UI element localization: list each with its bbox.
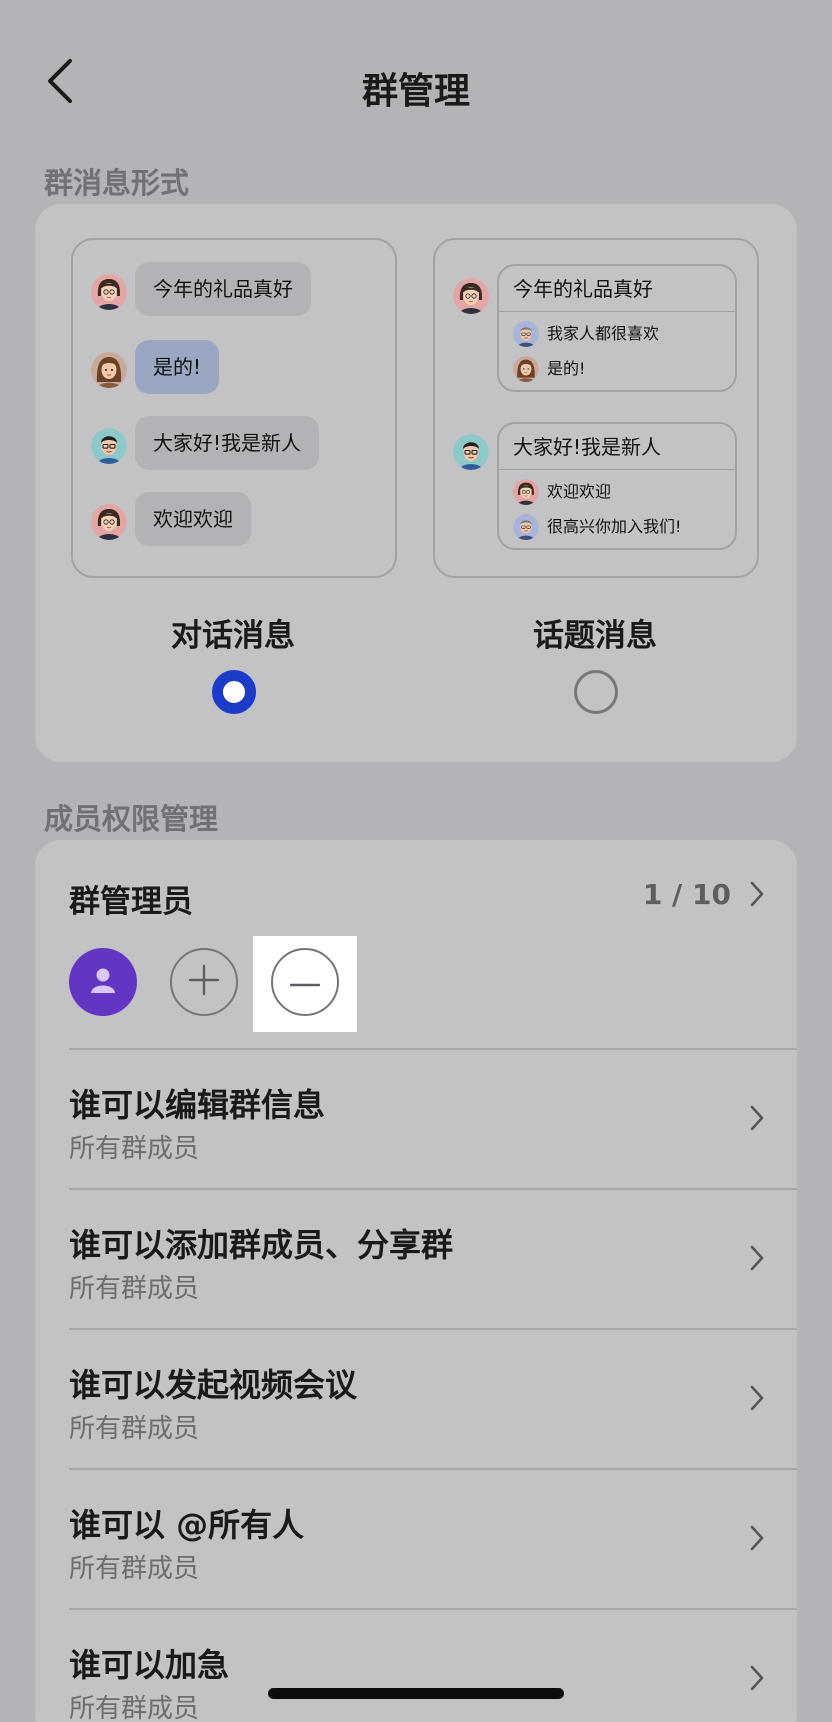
avatar-woman-icon — [453, 278, 489, 314]
admin-title: 群管理员 — [69, 884, 193, 920]
header: 群管理 — [0, 0, 832, 165]
perm-title: 谁可以发起视频会议 — [69, 1366, 358, 1404]
avatar-woman-icon — [91, 274, 127, 310]
avatar-woman-icon — [91, 352, 127, 388]
topic-card: 今年的礼品真好 我家人都很喜欢 是的! — [497, 264, 737, 392]
topic-format-label[interactable]: 话题消息 — [435, 610, 755, 655]
chat-bubble-highlighted: 是的! — [135, 340, 220, 394]
avatar-woman-icon — [513, 356, 539, 382]
topic-reply: 很高兴你加入我们! — [499, 509, 735, 544]
person-icon — [88, 965, 118, 999]
perm-row-urgent[interactable]: 谁可以加急 所有群成员 — [35, 1608, 797, 1722]
divider — [69, 1188, 797, 1190]
chevron-right-icon — [749, 1384, 765, 1416]
divider — [69, 1048, 797, 1050]
remove-admin-highlight — [253, 936, 357, 1032]
topic-format-preview[interactable]: 今年的礼品真好 我家人都很喜欢 是的! 大家好!我是新人 欢迎欢迎 很高兴你加入… — [433, 238, 759, 578]
topic-title: 今年的礼品真好 — [499, 266, 735, 312]
perm-value: 所有群成员 — [69, 1694, 200, 1722]
chat-bubble: 大家好!我是新人 — [135, 416, 320, 470]
divider — [69, 1328, 797, 1330]
format-section-label: 群消息形式 — [44, 166, 190, 200]
topic-format-radio[interactable] — [574, 670, 618, 714]
home-indicator — [268, 1688, 564, 1699]
minus-icon — [288, 973, 322, 992]
avatar-man-icon — [513, 321, 539, 347]
chat-format-preview[interactable]: 今年的礼品真好 是的! 大家好!我是新人 欢迎欢迎 — [71, 238, 397, 578]
avatar-man-icon — [513, 514, 539, 540]
admin-avatar[interactable] — [69, 948, 137, 1016]
permission-card: 群管理员 1 / 10 谁可以编辑群信息 所有群成员 谁可以添加群成员、分享群 … — [35, 840, 797, 1722]
perm-value: 所有群成员 — [69, 1134, 200, 1164]
avatar-woman-icon — [513, 479, 539, 505]
chevron-right-icon — [749, 1664, 765, 1696]
perm-row-video-meeting[interactable]: 谁可以发起视频会议 所有群成员 — [35, 1328, 797, 1468]
divider — [69, 1608, 797, 1610]
perm-value: 所有群成员 — [69, 1554, 200, 1584]
chevron-right-icon — [749, 1104, 765, 1136]
perm-row-edit-info[interactable]: 谁可以编辑群信息 所有群成员 — [35, 1048, 797, 1188]
avatar-man-icon — [91, 428, 127, 464]
permission-section-label: 成员权限管理 — [44, 802, 219, 836]
topic-card: 大家好!我是新人 欢迎欢迎 很高兴你加入我们! — [497, 422, 737, 550]
admin-count: 1 / 10 — [642, 878, 731, 911]
message-format-card: 今年的礼品真好 是的! 大家好!我是新人 欢迎欢迎 今年的礼品真好 我家人都很喜… — [35, 204, 797, 762]
topic-reply: 欢迎欢迎 — [499, 474, 735, 509]
chevron-right-icon — [749, 1524, 765, 1556]
page-title: 群管理 — [361, 71, 470, 112]
perm-title: 谁可以添加群成员、分享群 — [69, 1226, 454, 1264]
perm-row-add-members[interactable]: 谁可以添加群成员、分享群 所有群成员 — [35, 1188, 797, 1328]
topic-reply: 我家人都很喜欢 — [499, 316, 735, 351]
avatar-woman-icon — [91, 504, 127, 540]
perm-title: 谁可以 @所有人 — [69, 1506, 305, 1544]
chat-format-radio[interactable] — [212, 670, 256, 714]
topic-reply: 是的! — [499, 351, 735, 386]
chevron-right-icon — [749, 880, 765, 912]
add-admin-button[interactable] — [170, 948, 238, 1016]
chat-bubble: 今年的礼品真好 — [135, 262, 311, 316]
perm-title: 谁可以编辑群信息 — [69, 1086, 326, 1124]
remove-admin-button[interactable] — [271, 948, 339, 1016]
chat-bubble: 欢迎欢迎 — [135, 492, 251, 546]
plus-icon — [187, 963, 221, 1001]
chevron-right-icon — [749, 1244, 765, 1276]
chat-format-label[interactable]: 对话消息 — [73, 610, 393, 655]
perm-title: 谁可以加急 — [69, 1646, 230, 1684]
topic-title: 大家好!我是新人 — [499, 424, 735, 470]
perm-value: 所有群成员 — [69, 1274, 200, 1304]
perm-row-mention-all[interactable]: 谁可以 @所有人 所有群成员 — [35, 1468, 797, 1608]
perm-value: 所有群成员 — [69, 1414, 200, 1444]
divider — [69, 1468, 797, 1470]
avatar-man-icon — [453, 434, 489, 470]
